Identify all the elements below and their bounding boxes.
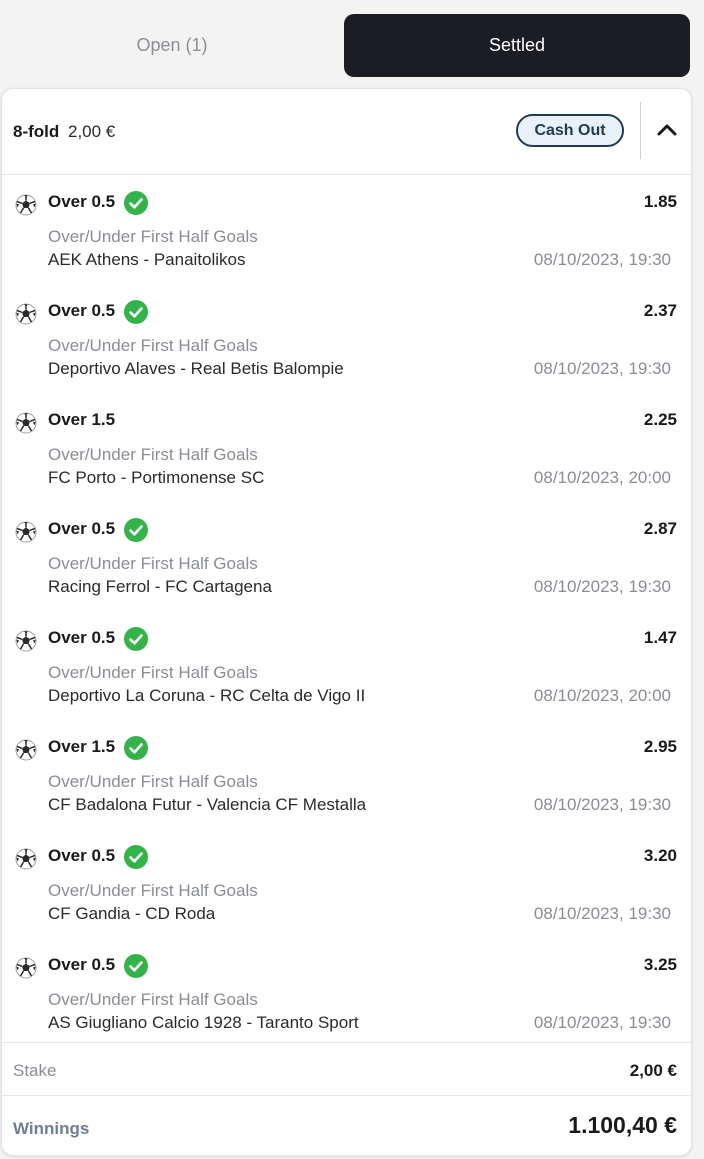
leg-date: 08/10/2023, 19:30 — [533, 1013, 671, 1032]
cash-out-button[interactable]: Cash Out — [516, 114, 624, 147]
leg-selection: Over 0.5 — [48, 519, 116, 538]
bet-card: 8-fold 2,00 € Cash Out Over 0.5 1.85 Over/… — [1, 88, 692, 1156]
check-circle-icon — [124, 954, 148, 978]
leg-date: 08/10/2023, 20:00 — [533, 468, 671, 487]
leg-odds: 2.25 — [643, 410, 677, 429]
leg-date: 08/10/2023, 19:30 — [533, 250, 671, 269]
stake-value: 2,00 € — [629, 1061, 677, 1080]
leg-market: Over/Under First Half Goals — [48, 554, 258, 573]
leg-odds: 2.87 — [643, 519, 677, 538]
leg-match: AEK Athens - Panaitolikos — [48, 250, 246, 269]
leg-market: Over/Under First Half Goals — [48, 881, 258, 900]
check-circle-icon — [124, 518, 148, 542]
bet-leg: Over 0.5 1.47 Over/Under First Half Goals D… — [2, 611, 691, 720]
leg-odds: 3.20 — [643, 846, 677, 865]
check-circle-icon — [124, 627, 148, 651]
leg-market: Over/Under First Half Goals — [48, 445, 258, 464]
soccer-ball-icon — [15, 739, 37, 761]
leg-match: AS Giugliano Calcio 1928 - Taranto Sport — [48, 1013, 359, 1032]
bet-legs: Over 0.5 1.85 Over/Under First Half Goals A… — [2, 175, 691, 1047]
leg-selection: Over 0.5 — [48, 955, 116, 974]
leg-date: 08/10/2023, 20:00 — [533, 686, 671, 705]
check-circle-icon — [124, 736, 148, 760]
winnings-label: Winnings — [13, 1119, 90, 1138]
leg-selection: Over 0.5 — [48, 628, 116, 647]
leg-selection: Over 0.5 — [48, 846, 116, 865]
bet-header: 8-fold 2,00 € Cash Out — [2, 89, 691, 175]
soccer-ball-icon — [15, 630, 37, 652]
leg-match: CF Gandia - CD Roda — [48, 904, 216, 923]
leg-market: Over/Under First Half Goals — [48, 227, 258, 246]
leg-date: 08/10/2023, 19:30 — [533, 904, 671, 923]
bet-leg: Over 1.5 2.25 Over/Under First Half Goals F… — [2, 393, 691, 502]
soccer-ball-icon — [15, 194, 37, 216]
chevron-up-icon[interactable] — [652, 115, 682, 145]
stake-label: Stake — [13, 1061, 57, 1080]
tab-settled[interactable]: Settled — [344, 14, 690, 77]
leg-selection: Over 0.5 — [48, 192, 116, 211]
leg-odds: 1.85 — [643, 192, 677, 211]
leg-market: Over/Under First Half Goals — [48, 990, 258, 1009]
leg-match: Deportivo Alaves - Real Betis Balompie — [48, 359, 344, 378]
tab-open[interactable]: Open (1) — [0, 14, 344, 77]
soccer-ball-icon — [15, 957, 37, 979]
leg-odds: 2.37 — [643, 301, 677, 320]
bet-type: 8-fold — [13, 122, 60, 141]
leg-selection: Over 0.5 — [48, 301, 116, 320]
bet-leg: Over 1.5 2.95 Over/Under First Half Goals C… — [2, 720, 691, 829]
bet-leg: Over 0.5 2.37 Over/Under First Half Goals D… — [2, 284, 691, 393]
winnings-row: Winnings 1.100,40 € — [2, 1095, 691, 1155]
leg-market: Over/Under First Half Goals — [48, 772, 258, 791]
leg-match: Deportivo La Coruna - RC Celta de Vigo I… — [48, 686, 366, 705]
bet-leg: Over 0.5 3.20 Over/Under First Half Goals C… — [2, 829, 691, 938]
soccer-ball-icon — [15, 848, 37, 870]
soccer-ball-icon — [15, 412, 37, 434]
leg-date: 08/10/2023, 19:30 — [533, 795, 671, 814]
leg-date: 08/10/2023, 19:30 — [533, 359, 671, 378]
check-circle-icon — [124, 191, 148, 215]
check-circle-icon — [124, 300, 148, 324]
leg-match: Racing Ferrol - FC Cartagena — [48, 577, 272, 596]
leg-match: FC Porto - Portimonense SC — [48, 468, 265, 487]
leg-market: Over/Under First Half Goals — [48, 336, 258, 355]
check-circle-icon — [124, 845, 148, 869]
leg-date: 08/10/2023, 19:30 — [533, 577, 671, 596]
header-divider — [640, 102, 641, 159]
leg-market: Over/Under First Half Goals — [48, 663, 258, 682]
leg-selection: Over 1.5 — [48, 410, 116, 429]
bet-leg: Over 0.5 3.25 Over/Under First Half Goals A… — [2, 938, 691, 1047]
leg-selection: Over 1.5 — [48, 737, 116, 756]
bet-stake: 2,00 € — [68, 122, 116, 141]
leg-match: CF Badalona Futur - Valencia CF Mestalla — [48, 795, 367, 814]
winnings-value: 1.100,40 € — [568, 1112, 677, 1138]
bet-leg: Over 0.5 1.85 Over/Under First Half Goals A… — [2, 175, 691, 284]
leg-odds: 1.47 — [643, 628, 677, 647]
leg-odds: 3.25 — [643, 955, 677, 974]
soccer-ball-icon — [15, 521, 37, 543]
bet-tabs: Open (1) Settled — [0, 14, 704, 77]
bet-leg: Over 0.5 2.87 Over/Under First Half Goals R… — [2, 502, 691, 611]
stake-row: Stake 2,00 € — [2, 1042, 691, 1096]
leg-odds: 2.95 — [643, 737, 677, 756]
soccer-ball-icon — [15, 303, 37, 325]
